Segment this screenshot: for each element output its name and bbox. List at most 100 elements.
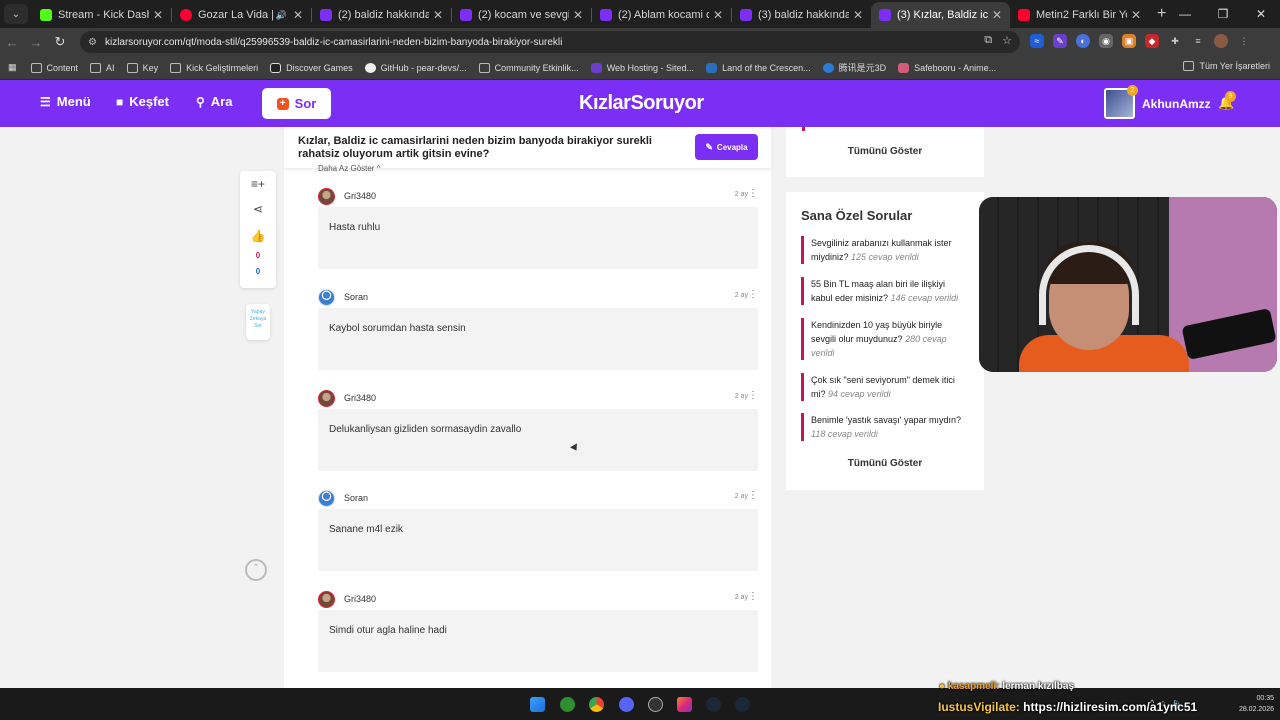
bookmark-star-icon[interactable]: ☆ bbox=[1002, 34, 1012, 47]
avatar[interactable] bbox=[318, 489, 335, 507]
show-all-link[interactable]: Tümünü Göster bbox=[786, 458, 984, 469]
user-profile[interactable]: 2 AkhunAmzz bbox=[1104, 85, 1211, 119]
avatar[interactable] bbox=[318, 590, 335, 608]
more-options-icon[interactable]: ⋮ bbox=[748, 490, 758, 501]
reply-username[interactable]: Gri3480 bbox=[344, 393, 376, 403]
reply-username[interactable]: Gri3480 bbox=[344, 594, 376, 604]
ask-ai-button[interactable]: Yapay Zekaya Sor bbox=[246, 304, 270, 340]
special-question-item[interactable]: Çok sık "seni seviyorum" demek itici mi?… bbox=[801, 373, 969, 401]
bookmark-link[interactable]: GitHub - pear-devs/... bbox=[364, 62, 467, 73]
browser-tab[interactable]: (3) baldiz hakkında Sorula✕ bbox=[732, 2, 871, 28]
more-options-icon[interactable]: ⋮ bbox=[748, 289, 758, 300]
special-question-item[interactable]: Kendinizden 10 yaş büyük biriyle sevgili… bbox=[801, 318, 969, 360]
github-icon bbox=[364, 62, 376, 73]
bookmark-folder[interactable]: Key bbox=[126, 62, 158, 73]
reply-username[interactable]: Soran bbox=[344, 292, 368, 302]
extension-icon[interactable]: ▣ bbox=[1122, 34, 1136, 48]
search-button[interactable]: ⚲ Ara bbox=[196, 94, 232, 109]
close-tab-icon[interactable]: ✕ bbox=[573, 8, 583, 22]
audio-playing-icon[interactable]: 🔊 bbox=[276, 10, 287, 21]
reply-username[interactable]: Soran bbox=[344, 493, 368, 503]
browser-tab-active[interactable]: (3) Kızlar, Baldiz ic camas✕ bbox=[871, 2, 1010, 28]
bookmark-folder[interactable]: AI bbox=[90, 62, 115, 73]
answer-button[interactable]: ✎ Cevapla bbox=[695, 134, 758, 160]
close-tab-icon[interactable]: ✕ bbox=[1131, 8, 1141, 22]
avatar[interactable] bbox=[318, 288, 335, 306]
forward-icon[interactable]: → bbox=[24, 35, 48, 50]
back-icon[interactable]: ← bbox=[0, 35, 24, 50]
scroll-to-top-icon[interactable]: ⌃ bbox=[245, 559, 267, 581]
browser-tab[interactable]: Stream - Kick Dashboard✕ bbox=[32, 2, 171, 28]
reply-text: Delukanliysan gizliden sormasaydin zaval… bbox=[318, 409, 758, 471]
tab-search-button[interactable]: ⌄ bbox=[4, 4, 28, 24]
close-tab-icon[interactable]: ✕ bbox=[433, 8, 443, 22]
close-tab-icon[interactable]: ✕ bbox=[153, 8, 163, 22]
camera-extension-icon[interactable]: ◉ bbox=[1099, 34, 1113, 48]
maximize-icon[interactable]: ❐ bbox=[1204, 0, 1242, 28]
browser-tab[interactable]: (2) baldiz hakkında Sorula✕ bbox=[312, 2, 451, 28]
clock[interactable]: 00:35 28.02.2026 bbox=[1239, 693, 1274, 715]
obs-icon[interactable] bbox=[648, 697, 663, 712]
extensions-puzzle-icon[interactable]: ✚ bbox=[1168, 34, 1182, 48]
profile-avatar-icon[interactable] bbox=[1214, 34, 1228, 48]
shield-extension-icon[interactable]: ◆ bbox=[1145, 34, 1159, 48]
bookmark-folder[interactable]: Kick Geliştirmeleri bbox=[170, 62, 258, 73]
steam-icon[interactable] bbox=[735, 697, 750, 712]
browser-menu-icon[interactable]: ⋮ bbox=[1237, 34, 1251, 48]
avatar[interactable] bbox=[318, 187, 335, 205]
bookmark-folder[interactable]: Content bbox=[30, 62, 78, 73]
more-options-icon[interactable]: ⋮ bbox=[748, 390, 758, 401]
bookmark-link[interactable]: Discover Games bbox=[270, 62, 353, 73]
reading-list-icon[interactable]: ≡ bbox=[1191, 34, 1205, 48]
extension-icon[interactable]: ✎ bbox=[1053, 34, 1067, 48]
close-tab-icon[interactable]: ✕ bbox=[713, 8, 723, 22]
cast-icon[interactable]: ⧉ bbox=[984, 34, 992, 47]
more-options-icon[interactable]: ⋮ bbox=[748, 188, 758, 199]
apps-grid-icon[interactable]: ▦ bbox=[8, 62, 17, 73]
url-input[interactable]: ⚙ kizlarsoruyor.com/qt/moda-stil/q259965… bbox=[80, 31, 1020, 53]
browser-tab[interactable]: Gozar La Vida | YouTu🔊✕ bbox=[172, 2, 311, 28]
special-question-item[interactable]: Sevgiliniz arabanızı kullanmak ister miy… bbox=[801, 236, 969, 264]
reload-icon[interactable]: ↻ bbox=[48, 34, 72, 50]
start-icon[interactable] bbox=[530, 697, 545, 712]
xbox-icon[interactable] bbox=[560, 697, 575, 712]
show-less-toggle[interactable]: Daha Az Göster ^ bbox=[318, 164, 380, 173]
avatar[interactable] bbox=[318, 389, 335, 407]
bookmark-link[interactable]: Web Hosting - Sited... bbox=[590, 62, 694, 73]
browser-tab[interactable]: Metin2 Farklı Bir Yorum "✕ bbox=[1010, 2, 1149, 28]
explore-button[interactable]: ■ Keşfet bbox=[116, 94, 169, 109]
share-icon[interactable]: ⋖ bbox=[240, 202, 276, 216]
chrome-icon[interactable] bbox=[589, 697, 604, 712]
new-tab-icon[interactable]: + bbox=[1157, 5, 1166, 23]
notifications-bell-icon[interactable]: 🔔 9 bbox=[1218, 91, 1236, 111]
minimize-icon[interactable]: — bbox=[1166, 0, 1204, 28]
special-question-item[interactable]: Benimle 'yastık savaşı' yapar mıydın? 11… bbox=[801, 413, 969, 441]
ask-question-button[interactable]: + Sor bbox=[262, 88, 331, 119]
steam-icon[interactable] bbox=[706, 697, 721, 712]
discord-icon[interactable] bbox=[619, 697, 634, 712]
bookmark-link[interactable]: 腾讯是元3D bbox=[822, 61, 886, 74]
menu-button[interactable]: ☰ Menü bbox=[40, 94, 91, 109]
close-window-icon[interactable]: ✕ bbox=[1242, 0, 1280, 28]
add-to-list-icon[interactable]: ≡+ bbox=[240, 177, 276, 191]
browser-tab[interactable]: (2) kocam ve sevgilim hak✕ bbox=[452, 2, 591, 28]
more-options-icon[interactable]: ⋮ bbox=[748, 591, 758, 602]
extension-icon[interactable]: ◐ bbox=[1076, 34, 1090, 48]
site-info-icon[interactable]: ⚙ bbox=[88, 37, 97, 48]
all-bookmarks-button[interactable]: Tüm Yer İşaretleri bbox=[1183, 61, 1270, 71]
bookmark-folder[interactable]: Community Etkinlik... bbox=[478, 62, 579, 73]
reply-username[interactable]: Gri3480 bbox=[344, 191, 376, 201]
instagram-icon[interactable] bbox=[677, 697, 692, 712]
username: AkhunAmzz bbox=[1142, 96, 1211, 111]
special-question-item[interactable]: 55 Bin TL maaş alan biri ile ilişkiyi ka… bbox=[801, 277, 969, 305]
show-all-link[interactable]: Tümünü Göster bbox=[786, 146, 984, 157]
thumbs-up-icon[interactable]: 👍 bbox=[240, 229, 276, 243]
site-logo[interactable]: KızlarSoruyor bbox=[579, 92, 704, 115]
close-tab-icon[interactable]: ✕ bbox=[992, 8, 1002, 22]
extension-icon[interactable]: ≈ bbox=[1030, 34, 1044, 48]
bookmark-link[interactable]: Safebooru - Anime... bbox=[898, 62, 996, 73]
close-tab-icon[interactable]: ✕ bbox=[293, 8, 303, 22]
browser-tab[interactable]: (2) Ablam kocami caldin o✕ bbox=[592, 2, 731, 28]
close-tab-icon[interactable]: ✕ bbox=[853, 8, 863, 22]
bookmark-link[interactable]: Land of the Crescen... bbox=[706, 62, 811, 73]
